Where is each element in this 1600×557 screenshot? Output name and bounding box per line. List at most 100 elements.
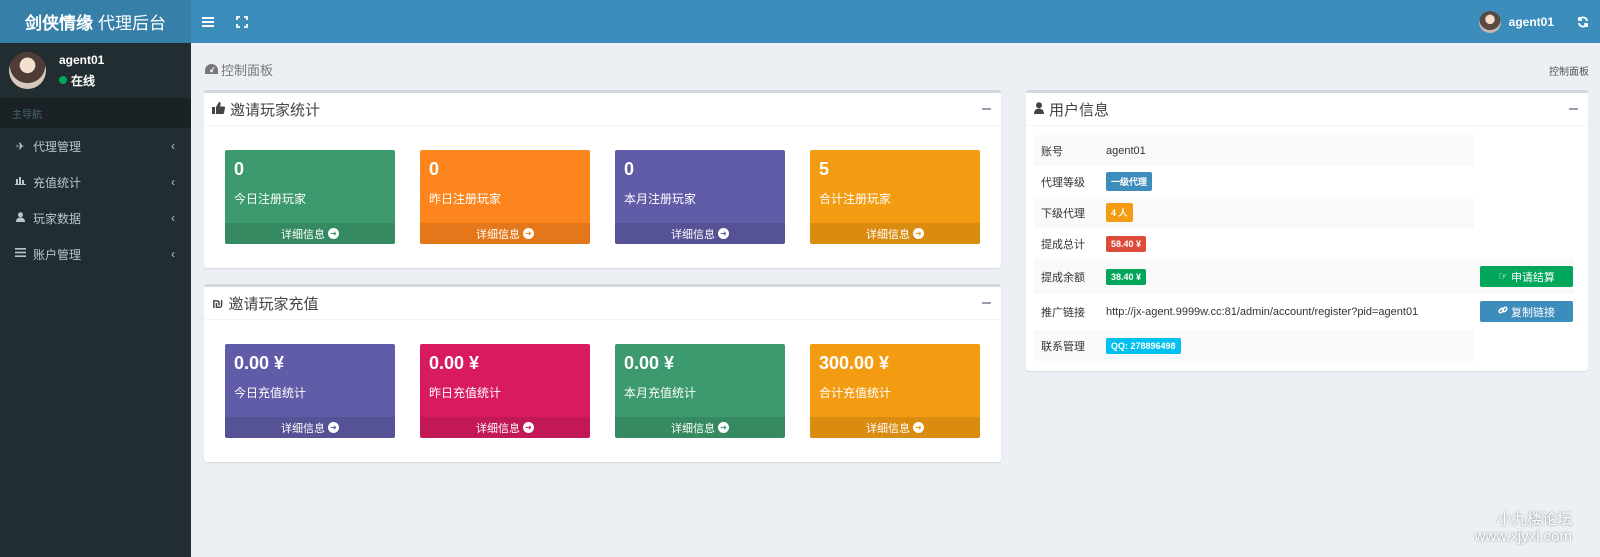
user-icon — [14, 211, 27, 225]
user-icon — [1034, 101, 1044, 117]
row-key: 提成余额 — [1041, 271, 1085, 284]
detail-link-label: 详细信息 — [671, 422, 715, 435]
watermark-line2: www.xjyxi.com — [1474, 528, 1572, 545]
copy-link-button[interactable]: 复制链接 — [1480, 301, 1573, 322]
brand-name-bold: 剑侠情缘 — [25, 14, 93, 33]
detail-link-label: 详细信息 — [866, 228, 910, 241]
detail-link[interactable]: 详细信息 ➜ — [225, 223, 395, 244]
stat-label: 昨日充值统计 — [429, 386, 502, 400]
stat-tile-yesterday-recharge: 0.00 ¥ 昨日充值统计 详细信息 ➜ — [420, 344, 590, 438]
refresh-button[interactable] — [1566, 0, 1600, 43]
brand-logo[interactable]: 剑侠情缘 代理后台 — [0, 0, 191, 43]
online-status: 在线 — [59, 72, 104, 89]
sidebar: agent01 在线 主导航 ✈ 代理管理 ‹ 充值统计 ‹ 玩家数据 ‹ 账户… — [0, 43, 191, 557]
stat-label: 合计注册玩家 — [819, 192, 892, 206]
box-title: 用户信息 — [1049, 101, 1110, 119]
row-value: agent01 — [1106, 144, 1146, 157]
sidebar-header: 主导航 — [0, 98, 191, 128]
detail-link-label: 详细信息 — [671, 228, 715, 241]
detail-link[interactable]: 详细信息 ➜ — [420, 223, 590, 244]
qq-contact-badge: QQ: 278896498 — [1106, 337, 1181, 354]
fullscreen-button[interactable] — [225, 0, 259, 43]
box-title: 邀请玩家充值 — [228, 295, 319, 313]
online-dot-icon — [59, 76, 67, 84]
table-row: 账号 agent01 — [1034, 135, 1574, 166]
stat-label: 今日充值统计 — [234, 386, 307, 400]
row-key: 提成总计 — [1041, 238, 1085, 251]
copy-link-label: 复制链接 — [1511, 306, 1555, 319]
detail-link-label: 详细信息 — [476, 228, 520, 241]
hamburger-icon — [202, 16, 214, 27]
stat-label: 今日注册玩家 — [234, 192, 307, 206]
row-key: 账号 — [1041, 145, 1063, 158]
currency-icon: ₪ — [212, 295, 224, 311]
apply-settlement-button[interactable]: ☞ 申请结算 — [1480, 266, 1573, 287]
stat-label: 本月注册玩家 — [624, 192, 697, 206]
avatar — [9, 52, 46, 89]
list-icon — [14, 248, 27, 260]
user-menu[interactable]: agent01 — [1467, 0, 1566, 43]
watermark-line1: 小九楼论坛 — [1496, 511, 1572, 528]
sidebar-item-player-data[interactable]: 玩家数据 ‹ — [0, 200, 191, 236]
arrow-circle-right-icon: ➜ — [913, 422, 924, 433]
sidebar-item-account-management[interactable]: 账户管理 ‹ — [0, 236, 191, 272]
stat-label: 昨日注册玩家 — [429, 192, 502, 206]
watermark: 小九楼论坛 www.xjyxi.com — [1474, 511, 1572, 545]
sidebar-item-agent-management[interactable]: ✈ 代理管理 ‹ — [0, 128, 191, 164]
row-key: 推广链接 — [1041, 307, 1085, 319]
stat-label: 合计充值统计 — [819, 386, 892, 400]
collapse-button[interactable] — [979, 296, 993, 310]
stat-tile-month-register: 0 本月注册玩家 详细信息 ➜ — [615, 150, 785, 244]
thumbs-up-icon — [212, 101, 226, 117]
stat-value: 0 — [234, 159, 245, 179]
breadcrumb[interactable]: 控制面板 — [1549, 63, 1589, 78]
stat-tile-today-recharge: 0.00 ¥ 今日充值统计 详细信息 ➜ — [225, 344, 395, 438]
sidebar-item-label: 充值统计 — [33, 175, 82, 190]
box-title: 邀请玩家统计 — [230, 101, 321, 119]
sub-agent-count-badge: 4 人 — [1106, 203, 1133, 222]
chevron-left-icon: ‹ — [171, 139, 175, 153]
detail-link[interactable]: 详细信息 ➜ — [420, 417, 590, 438]
stat-tile-today-register: 0 今日注册玩家 详细信息 ➜ — [225, 150, 395, 244]
chevron-left-icon: ‹ — [171, 211, 175, 225]
detail-link[interactable]: 详细信息 ➜ — [225, 417, 395, 438]
sidebar-toggle-button[interactable] — [191, 0, 225, 43]
stat-value: 0.00 ¥ — [234, 353, 285, 373]
user-info-table: 账号 agent01 代理等级 一级代理 下级代理 4 人 提成总计 58.40… — [1034, 135, 1574, 361]
arrow-circle-right-icon: ➜ — [913, 228, 924, 239]
arrow-circle-right-icon: ➜ — [328, 228, 339, 239]
stat-value: 0 — [624, 159, 635, 179]
plane-icon: ✈ — [15, 140, 26, 153]
box-header: 邀请玩家统计 — [204, 93, 1001, 126]
sidebar-item-recharge-stats[interactable]: 充值统计 ‹ — [0, 164, 191, 200]
detail-link[interactable]: 详细信息 ➜ — [615, 223, 785, 244]
arrow-circle-right-icon: ➜ — [523, 422, 534, 433]
detail-link[interactable]: 详细信息 ➜ — [810, 223, 980, 244]
arrow-circle-right-icon: ➜ — [718, 422, 729, 433]
commission-balance-badge: 38.40 ¥ — [1106, 268, 1147, 285]
minus-icon — [981, 302, 991, 304]
collapse-button[interactable] — [1566, 102, 1580, 116]
minus-icon — [1568, 108, 1578, 110]
arrow-circle-right-icon: ➜ — [718, 228, 729, 239]
sidebar-username: agent01 — [59, 52, 105, 67]
row-key: 下级代理 — [1041, 207, 1085, 220]
hand-pointer-icon: ☞ — [1498, 271, 1508, 283]
row-key: 联系管理 — [1041, 340, 1085, 353]
table-row: 提成总计 58.40 ¥ — [1034, 228, 1574, 259]
detail-link-label: 详细信息 — [866, 422, 910, 435]
stat-tile-month-recharge: 0.00 ¥ 本月充值统计 详细信息 ➜ — [615, 344, 785, 438]
box-header: ₪ 邀请玩家充值 — [204, 287, 1001, 320]
stat-value: 300.00 ¥ — [819, 353, 890, 373]
top-navbar: agent01 — [191, 0, 1600, 43]
detail-link[interactable]: 详细信息 ➜ — [615, 417, 785, 438]
collapse-button[interactable] — [979, 102, 993, 116]
stat-tile-total-register: 5 合计注册玩家 详细信息 ➜ — [810, 150, 980, 244]
chevron-left-icon: ‹ — [171, 247, 175, 261]
box-header: 用户信息 — [1026, 93, 1588, 126]
expand-icon — [236, 15, 248, 28]
stat-value: 0.00 ¥ — [624, 353, 675, 373]
detail-link[interactable]: 详细信息 ➜ — [810, 417, 980, 438]
stat-value: 5 — [819, 159, 830, 179]
row-key: 代理等级 — [1041, 176, 1085, 189]
